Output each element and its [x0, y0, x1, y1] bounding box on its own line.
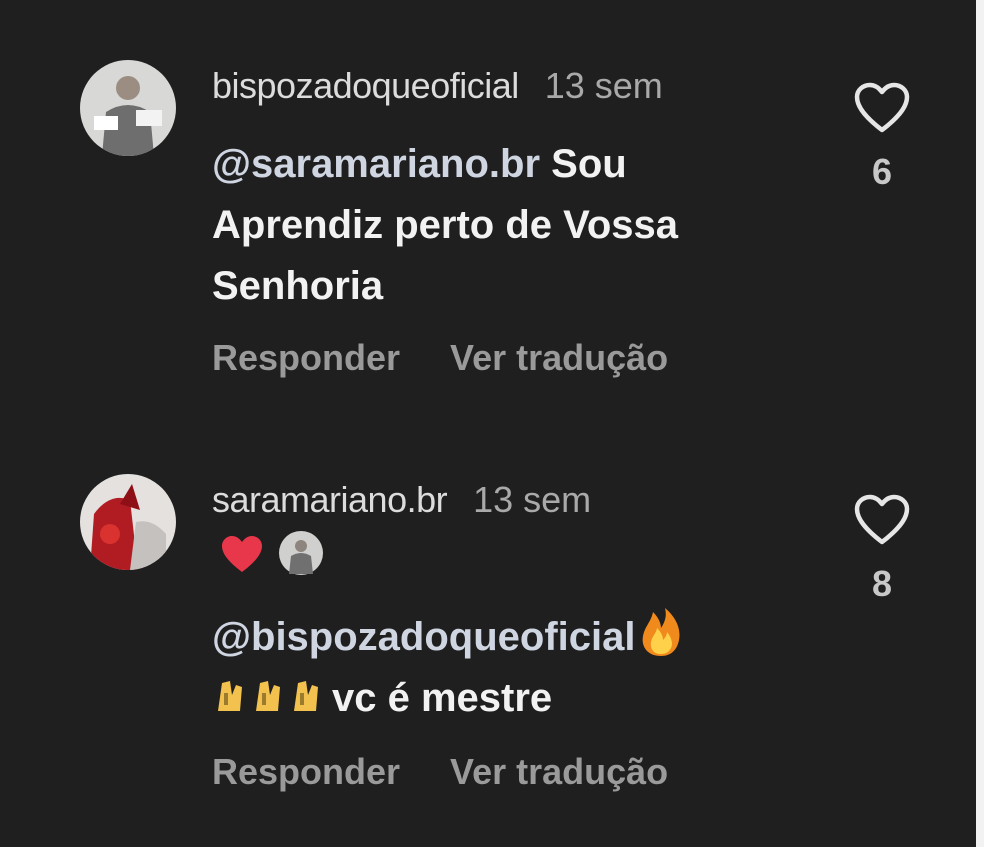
like-control: 8: [852, 494, 912, 605]
comment-actions: Responder Ver tradução: [212, 752, 668, 792]
comment-line-2: vc é mestre: [332, 676, 553, 720]
profile-photo-icon: [80, 60, 176, 156]
reply-button[interactable]: Responder: [212, 337, 400, 378]
mention-link[interactable]: @bispozadoqueoficial: [212, 615, 635, 659]
author-avatar-icon: [279, 531, 323, 575]
like-count: 6: [871, 151, 893, 192]
profile-photo-icon: [80, 474, 176, 570]
avatar[interactable]: [80, 60, 176, 156]
right-edge-border: [976, 0, 984, 847]
fire-emoji-icon: [643, 608, 680, 656]
like-count: 8: [871, 563, 893, 604]
comment-time: 13 sem: [544, 65, 663, 106]
see-translation-button[interactable]: Ver tradução: [450, 751, 668, 792]
comment-header: saramariano.br 13 sem: [212, 480, 591, 520]
heart-outline-icon[interactable]: [853, 82, 911, 134]
clapping-emojis: [212, 672, 332, 733]
comment-actions: Responder Ver tradução: [212, 338, 668, 378]
comment-time: 13 sem: [473, 479, 592, 520]
comment-text: @saramariano.br Sou Aprendiz perto de Vo…: [212, 134, 812, 317]
comment-line-2: Aprendiz perto de Vossa: [212, 203, 679, 247]
comment-header: bispozadoqueoficial 13 sem: [212, 66, 663, 106]
like-control: 6: [852, 82, 912, 193]
username-link[interactable]: bispozadoqueoficial: [212, 65, 519, 106]
comment-line-3: Senhoria: [212, 264, 384, 308]
username-link[interactable]: saramariano.br: [212, 479, 448, 520]
red-heart-icon: [222, 536, 262, 572]
avatar[interactable]: [80, 474, 176, 570]
see-translation-button[interactable]: Ver tradução: [450, 337, 668, 378]
comment-line-1: Sou: [551, 142, 627, 186]
mention-link[interactable]: @saramariano.br: [212, 142, 540, 186]
reply-button[interactable]: Responder: [212, 751, 400, 792]
comment-text: @bispozadoqueoficial vc é mestre: [212, 606, 812, 733]
heart-outline-icon[interactable]: [853, 494, 911, 546]
